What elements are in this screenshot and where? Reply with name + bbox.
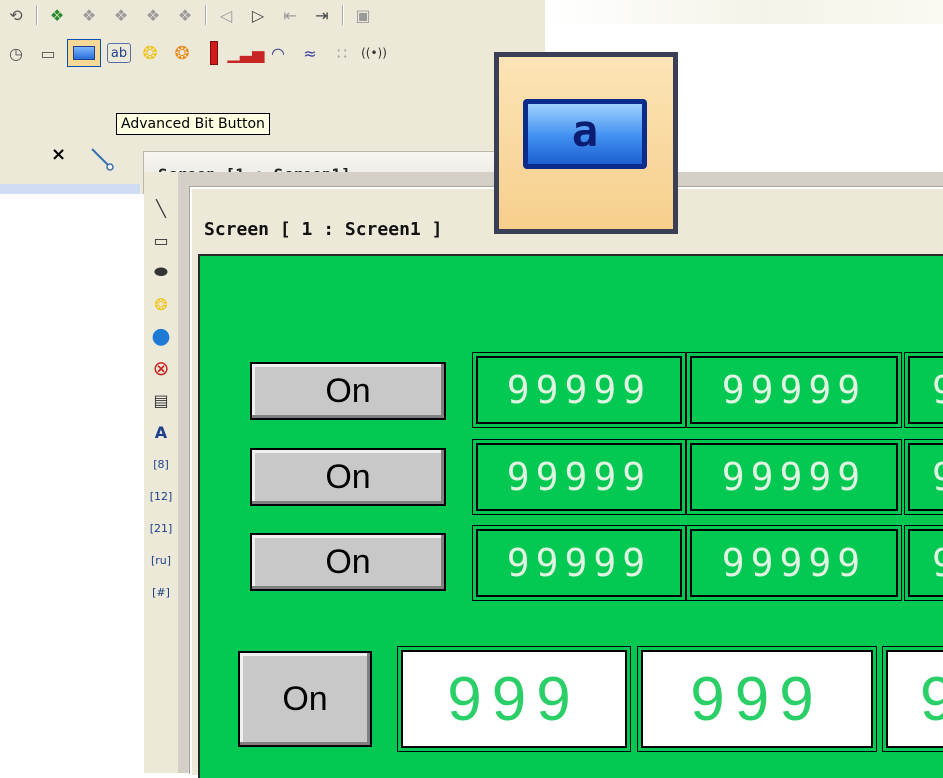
scatter-icon[interactable]: ∷	[329, 42, 355, 64]
numeric-display-large[interactable]: 9	[882, 646, 943, 752]
last-icon[interactable]: ⇥	[309, 4, 335, 26]
screen-editor: ╲ ▭ ⬬ ❂ ● ⊗ ▤ A [8] [12] [21] [ru] [#] S…	[144, 172, 943, 778]
line-icon[interactable]: ╲	[149, 192, 173, 224]
back-icon[interactable]: ◁	[213, 4, 239, 26]
close-icon[interactable]: ×	[51, 144, 66, 165]
bar-indicator-icon[interactable]	[201, 41, 227, 65]
numeric-display-large[interactable]: 999	[397, 646, 631, 752]
zoomed-advanced-bit-button-icon: a	[494, 52, 678, 234]
numeric-display[interactable]: 99999	[686, 525, 902, 601]
numeric-icon[interactable]: [#]	[149, 576, 173, 608]
numeric-ru-icon[interactable]: [ru]	[149, 544, 173, 576]
left-toolbox: ╲ ▭ ⬬ ❂ ● ⊗ ▤ A [8] [12] [21] [ru] [#]	[144, 172, 178, 773]
clock-icon[interactable]: ◷	[3, 42, 29, 64]
mini-button-shape	[73, 46, 95, 60]
screen-title: Screen [ 1 : Screen1 ]	[204, 219, 443, 240]
rectangle-icon[interactable]: ▭	[149, 224, 173, 256]
panel-tab-edge	[0, 184, 140, 194]
panel-icon[interactable]: ▤	[149, 384, 173, 416]
copy-icon[interactable]: ❖	[76, 4, 102, 26]
bulb-on-icon[interactable]: ❂	[137, 42, 163, 64]
numeric-display[interactable]: 9	[904, 525, 943, 601]
circle-icon[interactable]: ●	[149, 320, 173, 352]
bar-shape	[210, 41, 218, 65]
group-icon[interactable]: ▣	[350, 4, 376, 26]
numeric-8-icon[interactable]: [8]	[149, 448, 173, 480]
screen-frame: Screen [ 1 : Screen1 ] On 99999 99999 9 …	[190, 187, 943, 778]
numeric-display[interactable]: 9	[904, 352, 943, 428]
toolbar-row-1: ⟲ ❖ ❖ ❖ ❖ ❖ ◁ ▷ ⇤ ⇥ ▣	[0, 0, 379, 30]
trend-chart-icon[interactable]: ≈	[297, 42, 323, 64]
toolbar-row-2: ◷ ▭ ab ❂ ❂ ▁▃▅ ◠ ≈ ∷ ((•))	[0, 38, 390, 68]
on-button[interactable]: On	[238, 651, 372, 747]
add-icon[interactable]: ❖	[44, 4, 70, 26]
numeric-display[interactable]: 99999	[472, 439, 686, 515]
button-shape: a	[523, 99, 647, 169]
numeric-display[interactable]: 99999	[472, 352, 686, 428]
text-icon[interactable]: A	[149, 416, 173, 448]
toolbar-separator	[342, 5, 343, 25]
first-icon[interactable]: ⇤	[277, 4, 303, 26]
meter-icon[interactable]: ◠	[265, 42, 291, 64]
cut-icon[interactable]: ❖	[140, 4, 166, 26]
on-button[interactable]: On	[250, 533, 446, 591]
bar-chart-icon[interactable]: ▁▃▅	[228, 42, 265, 64]
numeric-12-icon[interactable]: [12]	[149, 480, 173, 512]
tooltip: Advanced Bit Button	[116, 113, 270, 135]
paste-icon[interactable]: ❖	[108, 4, 134, 26]
ellipse-icon[interactable]: ⬬	[149, 256, 173, 288]
lamp-icon[interactable]: ❂	[149, 288, 173, 320]
toolbar-snippet: ⟲ ❖ ❖ ❖ ❖ ❖ ◁ ▷ ⇤ ⇥ ▣ ◷ ▭ ab ❂ ❂ ▁▃▅ ◠ ≈…	[0, 0, 545, 194]
play-icon[interactable]: ▷	[245, 4, 271, 26]
refresh-icon[interactable]: ⟲	[3, 4, 29, 26]
numeric-display-large[interactable]: 999	[637, 646, 877, 752]
toolbar-separator	[36, 5, 37, 25]
numeric-display[interactable]: 99999	[686, 352, 902, 428]
align-left-icon[interactable]: ❖	[172, 4, 198, 26]
on-button[interactable]: On	[250, 362, 446, 420]
screen-canvas[interactable]: On 99999 99999 9 On 99999 99999 9 On 999…	[198, 254, 943, 778]
on-button[interactable]: On	[250, 448, 446, 506]
numeric-display[interactable]: 9	[904, 439, 943, 515]
no-entry-icon[interactable]: ⊗	[149, 352, 173, 384]
bulb-off-icon[interactable]: ❂	[169, 42, 195, 64]
toolbar-separator	[205, 5, 206, 25]
wireless-icon[interactable]: ((•))	[361, 42, 387, 64]
ab-text-icon[interactable]: ab	[107, 43, 131, 63]
top-background	[545, 0, 943, 24]
advanced-bit-button-icon[interactable]	[67, 39, 101, 67]
numeric-display[interactable]: 99999	[686, 439, 902, 515]
text-field-icon[interactable]: ▭	[35, 42, 61, 64]
numeric-display[interactable]: 99999	[472, 525, 686, 601]
numeric-21-icon[interactable]: [21]	[149, 512, 173, 544]
button-glyph: a	[571, 105, 599, 157]
pointer-tool-icon[interactable]	[88, 145, 116, 173]
